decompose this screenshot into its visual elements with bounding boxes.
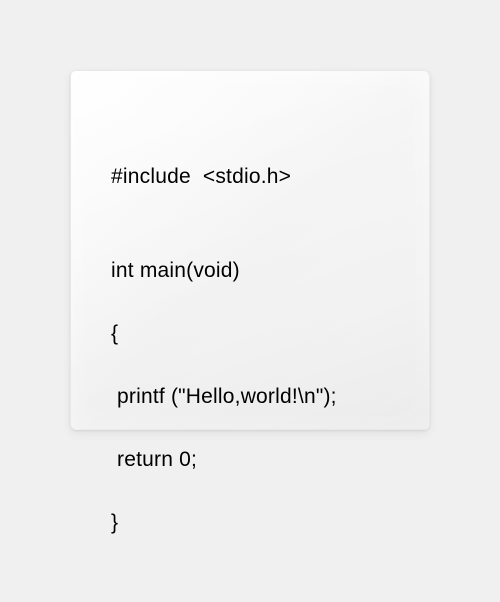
code-snippet: #include <stdio.h> int main(void) { prin… <box>111 129 389 602</box>
code-line: #include <stdio.h> <box>111 161 389 193</box>
code-line: { <box>111 318 389 350</box>
code-line: return 0; <box>111 444 389 476</box>
acrylic-block: #include <stdio.h> int main(void) { prin… <box>70 70 430 430</box>
code-line: int main(void) <box>111 255 389 287</box>
code-line: printf ("Hello,world!\n"); <box>111 381 389 413</box>
code-line: } <box>111 507 389 539</box>
